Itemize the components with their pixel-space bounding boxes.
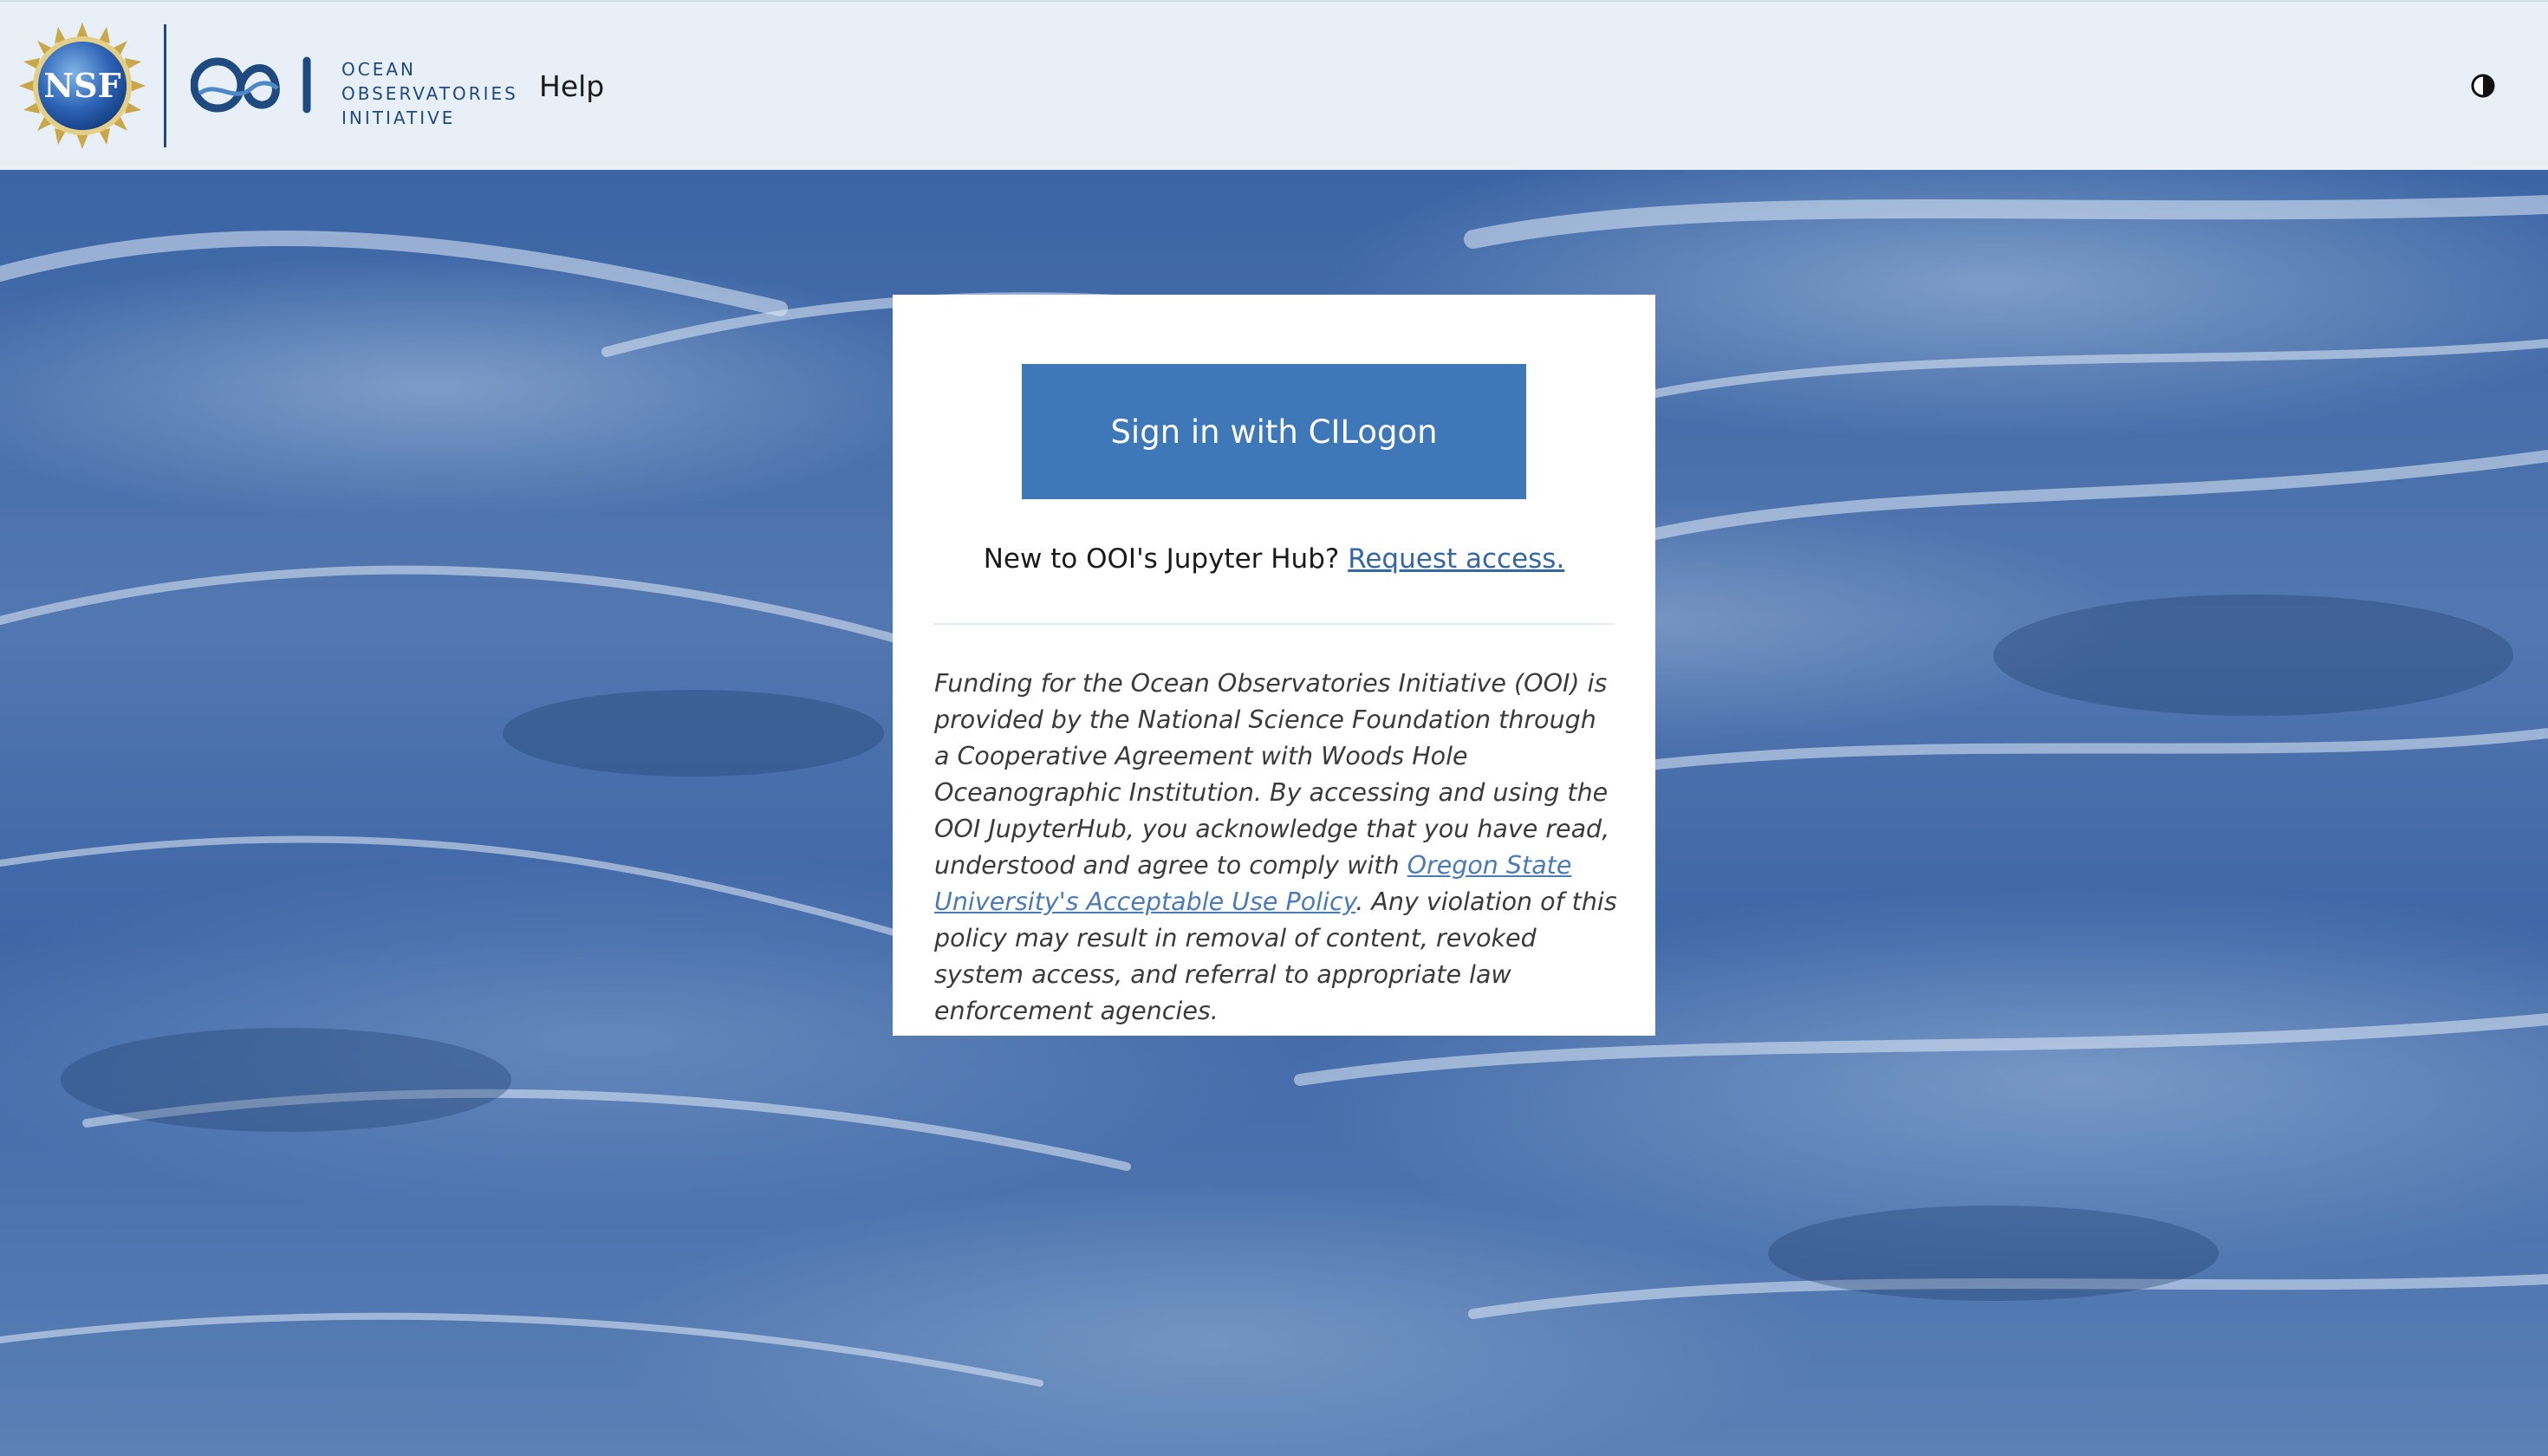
signin-cilogon-button[interactable]: Sign in with CILogon	[1022, 364, 1526, 499]
new-user-line: New to OOI's Jupyter Hub? Request access…	[893, 543, 1655, 575]
help-link[interactable]: Help	[539, 69, 604, 103]
contrast-icon[interactable]	[2470, 73, 2496, 99]
ooi-logo-line-3: INITIATIVE	[341, 107, 456, 128]
ooi-logo-line-1: OCEAN	[341, 59, 416, 80]
header-divider	[164, 24, 166, 147]
nsf-logo-text: NSF	[43, 66, 120, 105]
nsf-logo[interactable]: NSF	[19, 23, 146, 149]
ooi-logo-mark[interactable]	[191, 54, 317, 116]
new-user-text: New to OOI's Jupyter Hub?	[983, 543, 1340, 575]
login-card: Sign in with CILogon New to OOI's Jupyte…	[893, 295, 1655, 1036]
top-header: NSF OCEAN OBSERVATORIES INITIATIVE Help	[0, 0, 2548, 170]
ooi-logo-text: OCEAN OBSERVATORIES INITIATIVE	[341, 57, 518, 130]
funding-notice: Funding for the Ocean Observatories Init…	[934, 666, 1619, 1030]
ooi-logo-line-2: OBSERVATORIES	[341, 83, 518, 104]
request-access-link[interactable]: Request access.	[1348, 543, 1564, 575]
card-divider	[934, 623, 1614, 625]
funding-text-before: Funding for the Ocean Observatories Init…	[934, 669, 1610, 880]
